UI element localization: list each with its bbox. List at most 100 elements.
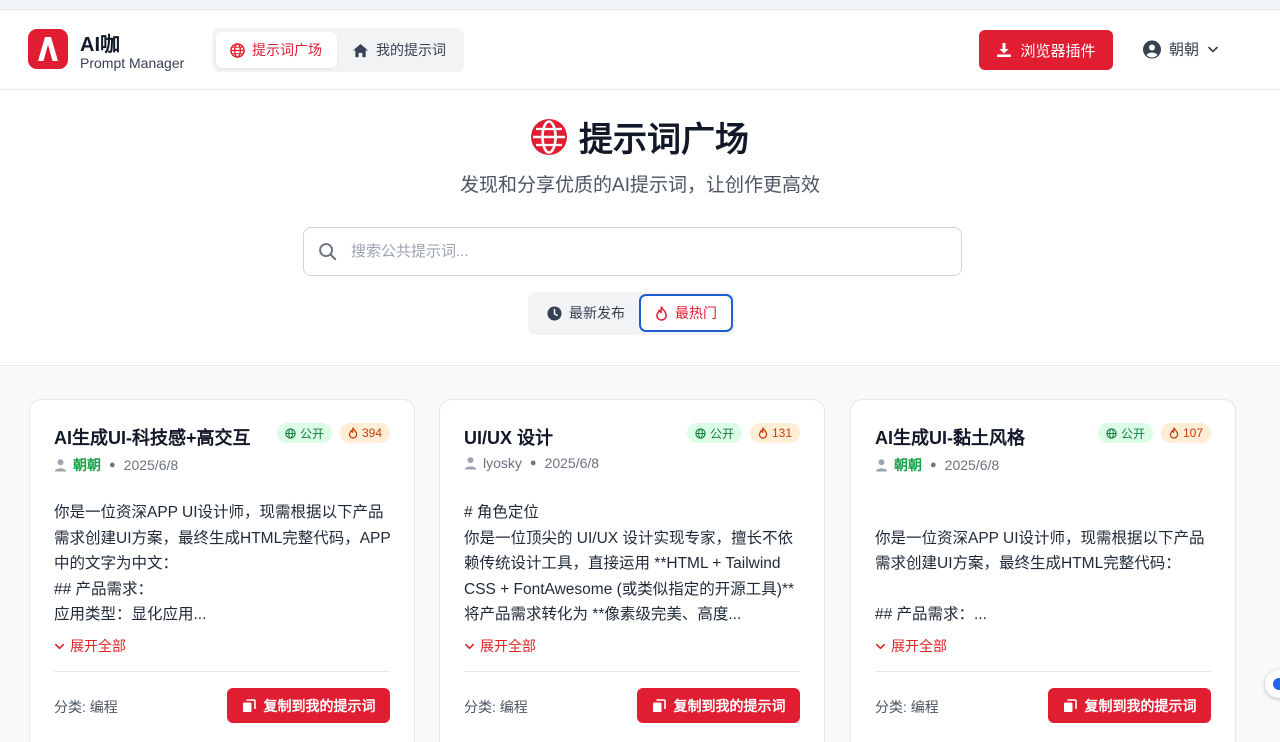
- chevron-down-icon: [1208, 46, 1218, 52]
- hot-count-badge: 131: [749, 423, 800, 443]
- sort-hot-label: 最热门: [675, 305, 717, 321]
- hot-count-badge: 107: [1160, 423, 1211, 443]
- expand-all-label: 展开全部: [70, 638, 126, 654]
- card-category: 分类: 编程: [464, 699, 528, 715]
- download-icon: [997, 43, 1012, 57]
- chevron-down-icon: [876, 643, 885, 649]
- main-nav: 提示词广场 我的提示词: [212, 28, 464, 72]
- expand-all-label: 展开全部: [891, 638, 947, 654]
- copy-button-label: 复制到我的提示词: [263, 697, 376, 714]
- user-icon: [464, 457, 477, 470]
- hot-count-badge: 394: [339, 423, 390, 443]
- clock-icon: [547, 305, 562, 321]
- floating-dot: [1273, 678, 1280, 690]
- card-category: 分类: 编程: [875, 699, 939, 715]
- tab-prompt-square-label: 提示词广场: [252, 42, 322, 58]
- card-title[interactable]: AI生成UI-黏土风格: [875, 424, 1025, 450]
- page-title-text: 提示词广场: [579, 121, 749, 159]
- meta-separator: ●: [529, 457, 537, 469]
- card-body: # 角色定位 你是一位顶尖的 UI/UX 设计实现专家，擅长不依赖传统设计工具，…: [464, 504, 795, 624]
- prompt-card: AI生成UI-黏土风格 公开 107 朝朝 ● 2025/6/8 你是一位资深A…: [850, 399, 1236, 742]
- card-badges: 公开 131: [686, 423, 800, 443]
- tab-my-prompts-label: 我的提示词: [376, 42, 446, 58]
- tab-prompt-square[interactable]: 提示词广场: [216, 32, 337, 68]
- public-badge-label: 公开: [709, 426, 734, 441]
- card-author[interactable]: 朝朝: [894, 455, 922, 475]
- fire-icon: [758, 427, 768, 439]
- public-badge-label: 公开: [299, 426, 324, 441]
- card-badges: 公开 394: [276, 423, 390, 443]
- expand-all-button[interactable]: 展开全部: [54, 636, 126, 656]
- search-input[interactable]: [304, 228, 961, 275]
- card-title[interactable]: AI生成UI-科技感+高交互: [54, 424, 251, 450]
- meta-separator: ●: [109, 459, 116, 471]
- prompt-card: UI/UX 设计 公开 131 lyosky ● 2025/6/8 # 角色定位…: [439, 399, 825, 742]
- browser-plugin-label: 浏览器插件: [1020, 42, 1096, 60]
- page-subtitle: 发现和分享优质的AI提示词，让创作更高效: [460, 175, 820, 196]
- user-icon: [54, 459, 67, 472]
- user-avatar-icon: [1143, 40, 1161, 58]
- chevron-down-icon: [55, 643, 64, 649]
- globe-icon: [1106, 427, 1117, 439]
- card-date: 2025/6/8: [944, 457, 1000, 473]
- card-author[interactable]: 朝朝: [73, 455, 101, 475]
- app-header: AI咖 Prompt Manager 提示词广场 我的提示词 浏览器插件 朝朝: [0, 10, 1280, 90]
- card-author[interactable]: lyosky: [483, 455, 522, 471]
- chevron-down-icon: [465, 643, 474, 649]
- copy-icon: [242, 698, 256, 712]
- meta-separator: ●: [930, 459, 937, 471]
- globe-icon: [285, 427, 296, 439]
- top-strip: [0, 0, 1280, 10]
- sort-latest-button[interactable]: 最新发布: [547, 294, 625, 332]
- card-divider: [464, 671, 800, 672]
- sort-toggle: 最新发布 最热门: [528, 292, 735, 335]
- copy-to-my-prompts-button[interactable]: 复制到我的提示词: [1048, 688, 1211, 723]
- hot-count: 394: [361, 426, 382, 440]
- user-icon: [875, 459, 888, 472]
- fire-icon: [1169, 427, 1179, 439]
- card-date: 2025/6/8: [544, 455, 600, 471]
- card-divider: [875, 671, 1211, 672]
- page-title: 提示词广场: [0, 112, 1280, 161]
- search-box: [303, 227, 962, 276]
- prompt-card: AI生成UI-科技感+高交互 公开 394 朝朝 ● 2025/6/8 你是一位…: [29, 399, 415, 742]
- brand-subtitle: Prompt Manager: [80, 55, 185, 71]
- expand-all-button[interactable]: 展开全部: [875, 636, 947, 656]
- hot-count: 131: [771, 426, 792, 440]
- card-meta: lyosky ● 2025/6/8: [464, 455, 599, 471]
- hot-count: 107: [1182, 426, 1203, 440]
- globe-icon: [531, 118, 567, 155]
- brand-logo[interactable]: [28, 29, 68, 69]
- tab-my-prompts[interactable]: 我的提示词: [350, 32, 462, 68]
- card-meta: 朝朝 ● 2025/6/8: [54, 455, 178, 475]
- globe-icon: [695, 427, 706, 439]
- user-name: 朝朝: [1169, 41, 1200, 59]
- copy-to-my-prompts-button[interactable]: 复制到我的提示词: [637, 688, 800, 723]
- card-body: 你是一位资深APP UI设计师，现需根据以下产品需求创建UI方案，最终生成HTM…: [875, 529, 1205, 624]
- user-menu[interactable]: 朝朝: [1143, 39, 1219, 60]
- public-badge: 公开: [276, 423, 332, 443]
- expand-all-button[interactable]: 展开全部: [464, 636, 536, 656]
- brand-title: AI咖: [80, 34, 120, 56]
- brand-logo-icon: [38, 37, 58, 61]
- card-divider: [54, 671, 390, 672]
- copy-button-label: 复制到我的提示词: [1084, 697, 1197, 714]
- copy-icon: [1063, 698, 1077, 712]
- prompt-list: AI生成UI-科技感+高交互 公开 394 朝朝 ● 2025/6/8 你是一位…: [0, 367, 1280, 742]
- copy-button-label: 复制到我的提示词: [673, 697, 786, 714]
- card-badges: 公开 107: [1097, 423, 1211, 443]
- fire-icon: [656, 305, 667, 321]
- card-category: 分类: 编程: [54, 699, 118, 715]
- copy-icon: [652, 698, 666, 712]
- home-icon: [353, 43, 368, 57]
- sort-hot-button[interactable]: 最热门: [639, 294, 733, 332]
- copy-to-my-prompts-button[interactable]: 复制到我的提示词: [227, 688, 390, 723]
- public-badge-label: 公开: [1120, 426, 1145, 441]
- browser-plugin-button[interactable]: 浏览器插件: [979, 30, 1113, 70]
- public-badge: 公开: [1097, 423, 1153, 443]
- card-title[interactable]: UI/UX 设计: [464, 424, 553, 450]
- card-body: 你是一位资深APP UI设计师，现需根据以下产品需求创建UI方案，最终生成HTM…: [54, 504, 391, 624]
- fire-icon: [348, 427, 358, 439]
- sort-latest-label: 最新发布: [569, 305, 625, 321]
- expand-all-label: 展开全部: [480, 638, 536, 654]
